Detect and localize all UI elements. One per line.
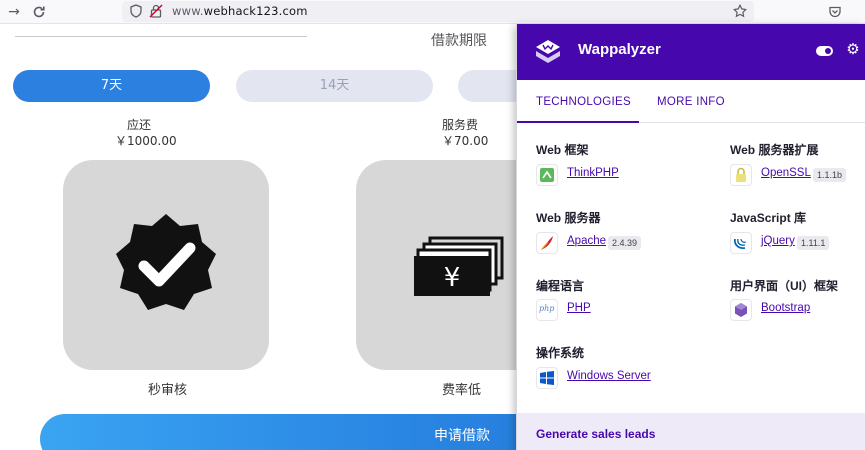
- divider-line: [15, 36, 307, 37]
- tech-name[interactable]: Apache: [567, 235, 606, 247]
- wappalyzer-tabs: TECHNOLOGIES MORE INFO: [517, 80, 865, 123]
- tab-more-info[interactable]: MORE INFO: [657, 96, 725, 108]
- wappalyzer-logo-icon: [536, 40, 560, 63]
- category-title: Web 服务器: [536, 211, 601, 225]
- tech-name[interactable]: OpenSSL: [761, 167, 811, 179]
- term-option-more[interactable]: [458, 70, 518, 102]
- lock-insecure-icon[interactable]: [149, 4, 163, 18]
- jquery-icon: [730, 232, 752, 254]
- fee-value: ￥70.00: [442, 134, 489, 148]
- category-title: 用户界面（UI）框架: [730, 279, 839, 293]
- wappalyzer-popup: Wappalyzer ⚙ TECHNOLOGIES MORE INFO Web …: [516, 24, 865, 450]
- verified-badge-icon: [116, 214, 216, 310]
- fee-label: 服务费: [442, 118, 479, 132]
- tech-version: 2.4.39: [608, 236, 642, 250]
- tech-name[interactable]: Windows Server: [567, 370, 651, 382]
- pocket-icon[interactable]: [828, 5, 842, 19]
- toggle-icon[interactable]: [816, 46, 833, 56]
- apache-feather-icon: [536, 232, 558, 254]
- bookmark-star-icon[interactable]: [733, 4, 747, 18]
- url-host: webhack123.com: [203, 4, 308, 18]
- category-title: Web 框架: [536, 143, 589, 157]
- category-title: 编程语言: [536, 279, 585, 293]
- feature-caption-fast-review: 秒审核: [148, 383, 188, 398]
- browser-window: → www.webhack123.com 借款期限 7天 14天 应还 ￥100…: [0, 0, 865, 450]
- feature-caption-low-rate: 费率低: [442, 383, 482, 398]
- php-icon-text: php: [539, 304, 555, 313]
- tech-version: 1.1.1b: [813, 168, 847, 182]
- generate-leads-banner[interactable]: Generate sales leads: [517, 413, 865, 450]
- tech-name[interactable]: jQuery: [761, 235, 795, 247]
- back-icon[interactable]: →: [4, 2, 24, 22]
- gear-icon[interactable]: ⚙: [845, 41, 861, 57]
- tab-active-indicator: [517, 121, 639, 123]
- bootstrap-icon: [730, 299, 752, 321]
- yen-symbol: ¥: [444, 263, 461, 293]
- term-option-14days[interactable]: 14天: [236, 70, 433, 102]
- address-bar[interactable]: www.webhack123.com: [122, 1, 754, 22]
- wappalyzer-title: Wappalyzer: [578, 41, 661, 58]
- tech-name[interactable]: Bootstrap: [761, 302, 810, 314]
- category-title: JavaScript 库: [730, 211, 807, 225]
- repay-value: ￥1000.00: [115, 134, 177, 148]
- tech-name[interactable]: ThinkPHP: [567, 167, 619, 179]
- browser-toolbar: → www.webhack123.com: [0, 0, 865, 24]
- loan-term-label: 借款期限: [431, 33, 487, 49]
- shield-icon[interactable]: [129, 4, 143, 18]
- wappalyzer-header: Wappalyzer ⚙: [517, 24, 865, 80]
- tab-technologies[interactable]: TECHNOLOGIES: [536, 96, 631, 108]
- windows-icon: [536, 367, 558, 389]
- generate-leads-label[interactable]: Generate sales leads: [536, 427, 655, 441]
- tech-name[interactable]: PHP: [567, 302, 591, 314]
- openssl-lock-icon: [730, 164, 752, 186]
- thinkphp-icon: [536, 164, 558, 186]
- term-option-7days[interactable]: 7天: [13, 70, 210, 102]
- url-prefix: www.: [172, 4, 204, 18]
- feature-card-fast-review: [63, 160, 269, 370]
- php-icon: php: [536, 299, 558, 321]
- repay-label: 应还: [127, 118, 152, 132]
- yen-banknotes-icon: ¥: [414, 236, 504, 296]
- category-title: 操作系统: [536, 346, 585, 360]
- url-text[interactable]: www.webhack123.com: [172, 4, 308, 18]
- tech-version: 1.11.1: [797, 236, 830, 250]
- reload-icon[interactable]: [29, 2, 49, 22]
- category-title: Web 服务器扩展: [730, 143, 819, 157]
- apply-loan-label: 申请借款: [434, 428, 490, 444]
